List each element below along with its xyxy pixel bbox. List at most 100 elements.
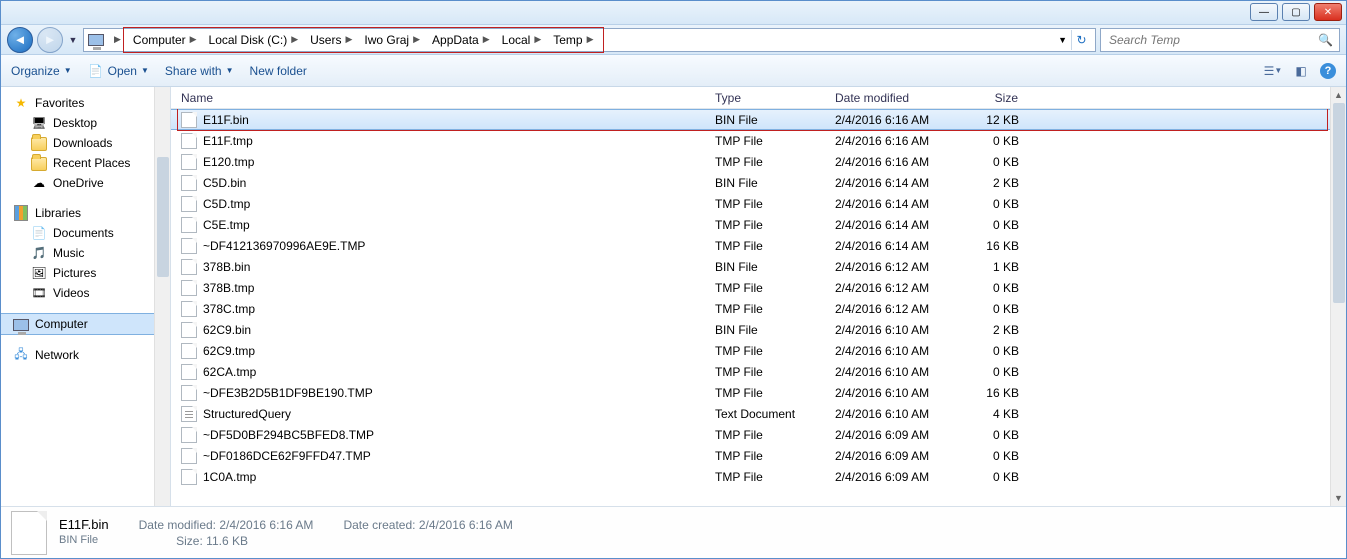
file-icon [181, 154, 197, 170]
table-row[interactable]: ~DF0186DCE62F9FFD47.TMPTMP File2/4/2016 … [171, 445, 1346, 466]
file-size: 4 KB [947, 407, 1027, 421]
table-row[interactable]: 378B.tmpTMP File2/4/2016 6:12 AM0 KB [171, 277, 1346, 298]
sidebar-item[interactable]: Downloads [1, 133, 170, 153]
back-button[interactable]: ◄ [7, 27, 33, 53]
history-dropdown[interactable]: ▼ [67, 35, 79, 45]
table-row[interactable]: C5E.tmpTMP File2/4/2016 6:14 AM0 KB [171, 214, 1346, 235]
col-name[interactable]: Name [171, 91, 707, 105]
file-size: 0 KB [947, 302, 1027, 316]
file-name: C5D.bin [203, 176, 246, 190]
file-type: Text Document [707, 407, 827, 421]
scroll-thumb[interactable] [1333, 103, 1345, 303]
close-button[interactable]: ✕ [1314, 3, 1342, 21]
table-row[interactable]: E120.tmpTMP File2/4/2016 6:16 AM0 KB [171, 151, 1346, 172]
help-button[interactable]: ? [1320, 63, 1336, 79]
doc-icon: 📄 [31, 225, 47, 241]
file-size: 0 KB [947, 155, 1027, 169]
sidebar-libraries-header[interactable]: Libraries [1, 203, 170, 223]
folder-icon [31, 155, 47, 171]
minimize-button[interactable]: — [1250, 3, 1278, 21]
sidebar-item[interactable]: ☁OneDrive [1, 173, 170, 193]
sidebar-favorites-header[interactable]: ★ Favorites [1, 93, 170, 113]
network-icon: 🖧 [13, 347, 29, 363]
sidebar-item[interactable]: 🎵Music [1, 243, 170, 263]
table-row[interactable]: ~DF5D0BF294BC5BFED8.TMPTMP File2/4/2016 … [171, 424, 1346, 445]
sidebar-item[interactable]: Recent Places [1, 153, 170, 173]
sidebar-computer[interactable]: Computer [1, 313, 170, 335]
table-row[interactable]: C5D.tmpTMP File2/4/2016 6:14 AM0 KB [171, 193, 1346, 214]
file-date: 2/4/2016 6:10 AM [827, 344, 947, 358]
col-size[interactable]: Size [947, 91, 1027, 105]
col-date[interactable]: Date modified [827, 91, 947, 105]
sidebar-network[interactable]: 🖧 Network [1, 345, 170, 365]
file-name: 378C.tmp [203, 302, 255, 316]
highlight-box [123, 27, 604, 53]
breadcrumb[interactable]: Computer▶Local Disk (C:)▶Users▶Iwo Graj▶… [127, 29, 600, 51]
sidebar-item[interactable]: 🖼Pictures [1, 263, 170, 283]
file-name: E11F.tmp [203, 134, 253, 148]
file-name: StructuredQuery [203, 407, 291, 421]
file-type: BIN File [707, 113, 827, 127]
file-icon [181, 133, 197, 149]
list-scrollbar[interactable]: ▲ ▼ [1330, 87, 1346, 506]
file-icon [181, 301, 197, 317]
col-type[interactable]: Type [707, 91, 827, 105]
search-icon[interactable]: 🔍 [1318, 33, 1333, 47]
search-input[interactable] [1107, 32, 1287, 48]
table-row[interactable]: 62C9.binBIN File2/4/2016 6:10 AM2 KB [171, 319, 1346, 340]
file-type: TMP File [707, 239, 827, 253]
table-row[interactable]: 62CA.tmpTMP File2/4/2016 6:10 AM0 KB [171, 361, 1346, 382]
table-row[interactable]: StructuredQuery Text Document2/4/2016 6:1… [171, 403, 1346, 424]
organize-button[interactable]: Organize▼ [11, 64, 72, 78]
share-button[interactable]: Share with▼ [165, 64, 234, 78]
file-type: TMP File [707, 134, 827, 148]
computer-icon [88, 32, 104, 48]
forward-button[interactable]: ► [37, 27, 63, 53]
file-name: C5E.tmp [203, 218, 250, 232]
scroll-down-icon[interactable]: ▼ [1331, 490, 1346, 506]
address-bar[interactable]: ▶ Computer▶Local Disk (C:)▶Users▶Iwo Gra… [83, 28, 1096, 52]
address-dropdown-icon[interactable]: ▼ [1058, 35, 1067, 45]
file-date: 2/4/2016 6:09 AM [827, 428, 947, 442]
search-box[interactable]: 🔍 [1100, 28, 1340, 52]
file-size: 0 KB [947, 197, 1027, 211]
file-type: TMP File [707, 281, 827, 295]
sidebar-item[interactable]: 📄Documents [1, 223, 170, 243]
column-headers[interactable]: Name Type Date modified Size [171, 87, 1346, 109]
file-size: 0 KB [947, 281, 1027, 295]
vid-icon: 🎞 [31, 285, 47, 301]
file-size: 2 KB [947, 323, 1027, 337]
refresh-button[interactable]: ↻ [1071, 30, 1091, 50]
pic-icon: 🖼 [31, 265, 47, 281]
sidebar-item[interactable]: 🎞Videos [1, 283, 170, 303]
file-date: 2/4/2016 6:10 AM [827, 407, 947, 421]
sidebar-item[interactable]: 🖥Desktop [1, 113, 170, 133]
file-date: 2/4/2016 6:10 AM [827, 323, 947, 337]
table-row[interactable]: 378B.binBIN File2/4/2016 6:12 AM1 KB [171, 256, 1346, 277]
sidebar-scrollbar[interactable] [154, 87, 170, 506]
new-folder-button[interactable]: New folder [250, 64, 307, 78]
file-icon [181, 322, 197, 338]
file-date: 2/4/2016 6:12 AM [827, 281, 947, 295]
table-row[interactable]: 378C.tmpTMP File2/4/2016 6:12 AM0 KB [171, 298, 1346, 319]
scroll-up-icon[interactable]: ▲ [1331, 87, 1346, 103]
file-date: 2/4/2016 6:10 AM [827, 386, 947, 400]
open-button[interactable]: 📄 Open▼ [88, 63, 149, 79]
table-row[interactable]: C5D.binBIN File2/4/2016 6:14 AM2 KB [171, 172, 1346, 193]
view-options-button[interactable]: ☰ ▼ [1264, 62, 1282, 80]
file-type: TMP File [707, 428, 827, 442]
file-type: TMP File [707, 449, 827, 463]
table-row[interactable]: E11F.tmpTMP File2/4/2016 6:16 AM0 KB [171, 130, 1346, 151]
table-row[interactable]: ~DF412136970996AE9E.TMPTMP File2/4/2016 … [171, 235, 1346, 256]
table-row[interactable]: 1C0A.tmpTMP File2/4/2016 6:09 AM0 KB [171, 466, 1346, 487]
table-row[interactable]: E11F.binBIN File2/4/2016 6:16 AM12 KB [171, 109, 1346, 130]
preview-pane-button[interactable]: ◧ [1292, 62, 1310, 80]
table-row[interactable]: 62C9.tmpTMP File2/4/2016 6:10 AM0 KB [171, 340, 1346, 361]
file-size: 16 KB [947, 239, 1027, 253]
file-size: 1 KB [947, 260, 1027, 274]
file-date: 2/4/2016 6:12 AM [827, 302, 947, 316]
maximize-button[interactable]: ▢ [1282, 3, 1310, 21]
file-name: ~DF0186DCE62F9FFD47.TMP [203, 449, 371, 463]
table-row[interactable]: ~DFE3B2D5B1DF9BE190.TMPTMP File2/4/2016 … [171, 382, 1346, 403]
file-size: 0 KB [947, 218, 1027, 232]
